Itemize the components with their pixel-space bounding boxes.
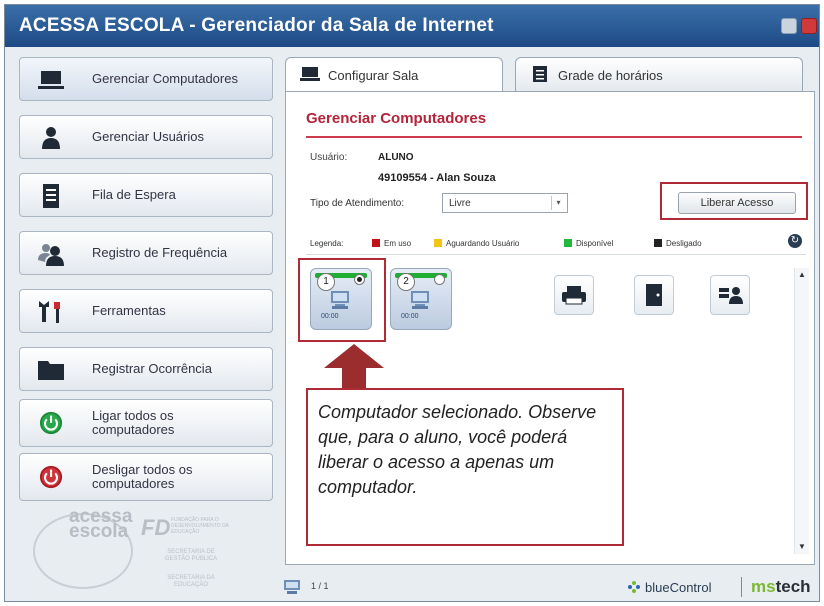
monitor-icon (300, 67, 320, 81)
computer-icon (411, 291, 429, 309)
user-value: ALUNO (378, 152, 414, 163)
liberar-acesso-button[interactable]: Liberar Acesso (678, 192, 796, 214)
door-button[interactable] (634, 275, 674, 315)
select-value: Livre (449, 198, 471, 209)
title-divider (306, 136, 802, 138)
users-admin-icon (719, 287, 743, 304)
close-button[interactable] (801, 18, 817, 34)
bluecontrol-logo: blueControl (645, 580, 712, 595)
highlight-box-selected (298, 258, 386, 342)
panel-title: Gerenciar Computadores (306, 110, 487, 127)
computer-number: 2 (397, 273, 415, 291)
callout-box: Computador selecionado. Observe que, par… (306, 388, 624, 546)
fde-logo: FD (141, 515, 171, 540)
power-on-icon (39, 411, 63, 435)
user-name: 49109554 - Alan Souza (378, 172, 496, 184)
sidebar-item-label: Gerenciar Computadores (92, 71, 238, 86)
sidebar-item-label: Fila de Espera (92, 187, 176, 202)
sidebar-item-label: Registrar Ocorrência (92, 361, 212, 376)
tipo-atendimento-select[interactable]: Livre ▾ (442, 193, 568, 213)
title-bar: ACESSA ESCOLA - Gerenciador da Sala de I… (5, 5, 819, 47)
printer-button[interactable] (554, 275, 594, 315)
legend-label: Legenda: (310, 239, 344, 248)
mstech-logo: mstech (751, 577, 811, 597)
users-admin-button[interactable] (710, 275, 750, 315)
sidebar-item-fila-de-espera[interactable]: Fila de Espera (19, 173, 273, 217)
printer-icon (562, 286, 586, 305)
legend-swatch-disponivel (564, 239, 572, 247)
chevron-down-icon[interactable]: ▾ (551, 196, 565, 210)
tab-bar: Configurar Sala Grade de horários (285, 57, 815, 91)
mstech-logo-ms: ms (751, 577, 776, 596)
legend-item-em-uso: Em uso (384, 239, 412, 248)
legend-swatch-desligado (654, 239, 662, 247)
fde-logo-text: FUNDAÇÃO PARA O DESENVOLVIMENTO DA EDUCA… (171, 517, 229, 535)
page-count: 1 / 1 (311, 581, 329, 591)
folder-icon (38, 361, 64, 380)
sidebar-item-label: Gerenciar Usuários (92, 129, 204, 144)
legend-swatch-aguardando (434, 239, 442, 247)
footer-divider (741, 577, 742, 597)
computer-tile-2[interactable]: 2 00:00 (390, 268, 452, 330)
sidebar-item-label: Ferramentas (92, 303, 166, 318)
tab-label: Configurar Sala (328, 68, 419, 83)
monitor-icon (38, 71, 64, 89)
door-icon (646, 284, 662, 306)
tab-grade-horarios[interactable]: Grade de horários (515, 57, 803, 91)
select-radio[interactable] (434, 274, 445, 285)
tab-label: Grade de horários (558, 68, 663, 83)
sponsor-logos: acessa escola FD FUNDAÇÃO PARA O DESENVO… (33, 507, 273, 599)
sidebar-item-ligar-todos[interactable]: Ligar todos os computadores (19, 399, 273, 447)
calendar-icon (533, 66, 547, 82)
user-label: Usuário: (310, 152, 348, 163)
legend-swatch-em-uso (372, 239, 380, 247)
legend-item-aguardando: Aguardando Usuário (446, 239, 520, 248)
sidebar-item-ferramentas[interactable]: Ferramentas (19, 289, 273, 333)
refresh-icon[interactable]: ↻ (788, 234, 802, 248)
vertical-scrollbar[interactable]: ▲ ▼ (794, 268, 809, 554)
secretaria-gestao-text: SECRETARIA DE GESTÃO PÚBLICA (164, 549, 218, 562)
bluecontrol-logo-icon (628, 581, 640, 593)
sidebar-item-label: Ligar todos os computadores (92, 408, 175, 437)
computer-time: 00:00 (401, 313, 419, 320)
power-off-icon (39, 465, 63, 489)
tab-configurar-sala[interactable]: Configurar Sala (285, 57, 503, 91)
main-panel: Gerenciar Computadores Usuário: ALUNO 49… (285, 91, 815, 565)
legend-item-disponivel: Disponível (576, 239, 614, 248)
computer-small-icon (284, 580, 300, 594)
sidebar-item-gerenciar-usuarios[interactable]: Gerenciar Usuários (19, 115, 273, 159)
user-icon (42, 127, 60, 149)
list-document-icon (43, 184, 59, 208)
users-group-icon (38, 244, 64, 266)
sidebar-item-desligar-todos[interactable]: Desligar todos os computadores (19, 453, 273, 501)
sidebar-item-label: Desligar todos os computadores (92, 462, 193, 491)
scroll-up-icon[interactable]: ▲ (795, 268, 809, 282)
sidebar-item-registro-frequencia[interactable]: Registro de Frequência (19, 231, 273, 275)
sidebar-item-gerenciar-computadores[interactable]: Gerenciar Computadores (19, 57, 273, 101)
legend: Legenda: Em uso Aguardando Usuário Dispo… (306, 234, 786, 254)
tools-icon (39, 301, 60, 323)
minimize-button[interactable] (781, 18, 797, 34)
mstech-logo-tech: tech (775, 577, 811, 596)
acessa-escola-logo-text: acessa escola (69, 506, 133, 542)
secretaria-educacao-text: SECRETARIA DA EDUCAÇÃO (167, 575, 215, 588)
scroll-down-icon[interactable]: ▼ (795, 540, 809, 554)
legend-item-desligado: Desligado (666, 239, 702, 248)
window-title: ACESSA ESCOLA - Gerenciador da Sala de I… (19, 15, 494, 36)
sidebar-item-registrar-ocorrencia[interactable]: Registrar Ocorrência (19, 347, 273, 391)
sidebar-item-label: Registro de Frequência (92, 245, 228, 260)
app-window: ACESSA ESCOLA - Gerenciador da Sala de I… (4, 4, 820, 602)
arrow-up-annotation (324, 344, 384, 390)
legend-divider (306, 254, 806, 255)
tipo-atendimento-label: Tipo de Atendimento: (310, 198, 405, 209)
